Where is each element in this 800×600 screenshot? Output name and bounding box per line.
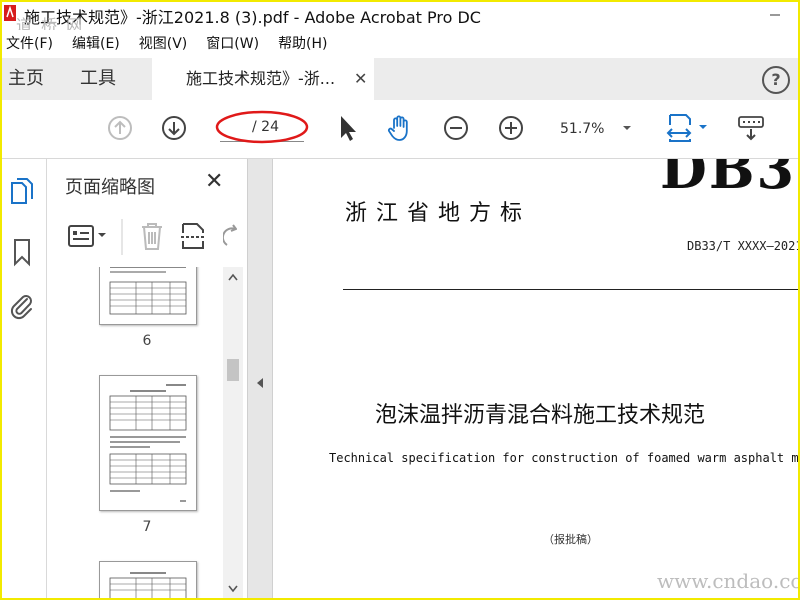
- thumbnail-page-8-preview: [109, 572, 187, 598]
- thumbnail-page-6-preview: [109, 267, 187, 315]
- trash-icon[interactable]: [139, 221, 165, 251]
- scroll-mode-button[interactable]: [736, 114, 766, 142]
- thumbnail-label-7: 7: [142, 519, 152, 535]
- tab-home[interactable]: 主页: [8, 58, 44, 100]
- hand-icon: [387, 115, 408, 141]
- zoom-in-button[interactable]: [497, 114, 525, 142]
- options-menu-icon[interactable]: [67, 223, 111, 249]
- thumbnail-label-6: 6: [142, 333, 152, 349]
- cursor-arrow-icon: [341, 116, 356, 141]
- pages-icon[interactable]: [8, 177, 36, 207]
- watermark-bottom: www.cndao.com: [657, 569, 798, 593]
- red-annotation-ellipse: [215, 110, 309, 144]
- tab-tools[interactable]: 工具: [80, 58, 116, 100]
- document-title: 泡沫温拌沥青混合料施工技术规范: [375, 403, 706, 428]
- acrobat-logo-icon: [4, 5, 16, 21]
- chevron-down-icon[interactable]: [622, 124, 632, 132]
- document-province-line: 浙 江 省 地 方 标: [345, 201, 522, 226]
- close-panel-button[interactable]: ✕: [205, 169, 223, 194]
- thumbnail-page-6[interactable]: [99, 267, 197, 325]
- document-logo: DB33: [660, 159, 798, 201]
- menu-view[interactable]: 视图(V): [139, 33, 188, 53]
- thumbnail-list: 6 7: [47, 267, 223, 598]
- divider: [121, 219, 123, 255]
- zoom-out-button[interactable]: [442, 114, 470, 142]
- document-code: DB33/T XXXX—2021: [687, 239, 798, 253]
- thumbnail-toolbar: [47, 215, 247, 259]
- menu-bar: 文件(F) 编辑(E) 视图(V) 窗口(W) 帮助(H): [2, 30, 798, 56]
- document-view[interactable]: DB33 浙 江 省 地 方 标 DB33/T XXXX—2021 泡沫温拌沥青…: [273, 159, 798, 598]
- paperclip-icon[interactable]: [8, 291, 36, 321]
- plus-circle-icon: [499, 116, 523, 140]
- acrobat-window: 施工技术规范》-浙江2021.8 (3).pdf - Adobe Acrobat…: [0, 0, 800, 600]
- bookmark-icon[interactable]: [8, 237, 36, 267]
- scrollbar-thumb[interactable]: [227, 359, 239, 381]
- panel-title: 页面缩略图: [65, 177, 155, 198]
- previous-page-button[interactable]: [106, 114, 134, 142]
- thumbnail-page-7[interactable]: [99, 375, 197, 511]
- menu-edit[interactable]: 编辑(E): [72, 33, 120, 53]
- close-tab-button[interactable]: ✕: [354, 69, 367, 88]
- menu-window[interactable]: 窗口(W): [206, 33, 259, 53]
- hand-tool-button[interactable]: [386, 114, 414, 142]
- minimize-button[interactable]: [752, 2, 798, 28]
- page-thumbnails-panel: 页面缩略图 ✕ 6 7: [47, 159, 248, 598]
- tab-bar: 主页 工具 施工技术规范》-浙... ✕ ?: [2, 58, 798, 100]
- scroll-up-icon[interactable]: [228, 273, 238, 281]
- zoom-level-select[interactable]: 51.7%: [560, 121, 604, 137]
- menu-file[interactable]: 文件(F): [6, 33, 53, 53]
- help-button[interactable]: ?: [762, 66, 790, 94]
- document-status: （报批稿）: [543, 533, 598, 546]
- fit-page-button[interactable]: [666, 114, 710, 142]
- left-icon-rail: [2, 159, 47, 598]
- thumbnail-scrollbar[interactable]: [223, 267, 243, 598]
- window-controls: [752, 2, 798, 28]
- document-rule: [343, 289, 798, 290]
- arrow-up-circle-icon: [108, 116, 132, 140]
- document-subtitle: Technical specification for construction…: [329, 451, 798, 465]
- toolbar: / 24 51.7%: [2, 100, 798, 159]
- extract-pages-icon[interactable]: [179, 221, 207, 251]
- window-title: 施工技术规范》-浙江2021.8 (3).pdf - Adobe Acrobat…: [24, 8, 481, 27]
- chevron-left-icon[interactable]: [256, 377, 264, 389]
- panel-collapse-strip[interactable]: [248, 159, 273, 598]
- fit-width-icon: [666, 114, 707, 142]
- next-page-button[interactable]: [160, 114, 188, 142]
- keyboard-scroll-icon: [738, 116, 764, 141]
- minus-circle-icon: [444, 116, 468, 140]
- arrow-down-circle-icon: [162, 116, 186, 140]
- thumbnail-page-8[interactable]: [99, 561, 197, 598]
- menu-help[interactable]: 帮助(H): [278, 33, 327, 53]
- thumbnail-page-7-preview: [109, 384, 187, 502]
- tab-document[interactable]: 施工技术规范》-浙... ✕: [152, 58, 374, 100]
- select-tool-button[interactable]: [332, 114, 360, 142]
- scroll-down-icon[interactable]: [228, 585, 238, 593]
- document-tab-label: 施工技术规范》-浙...: [186, 69, 336, 88]
- minimize-icon: [770, 14, 780, 16]
- title-bar: 施工技术规范》-浙江2021.8 (3).pdf - Adobe Acrobat…: [2, 2, 798, 35]
- rotate-icon[interactable]: [223, 223, 237, 249]
